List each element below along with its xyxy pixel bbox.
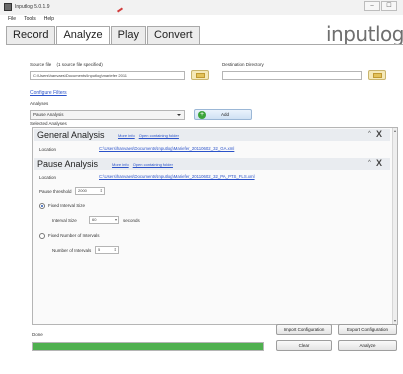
menu-file[interactable]: File [8,16,16,22]
destination-directory-input[interactable] [222,71,362,80]
general-open-folder-link[interactable]: Open containing folder [139,133,179,138]
general-analysis-links: More info Open containing folder [118,133,179,138]
title-bar: Inputlog 5.0.1.9 – ☐ [0,0,403,15]
source-file-label: Source file (1 source file specified) [30,62,103,67]
analyze-button[interactable]: Analyze [338,340,397,351]
pause-location-label: Location [39,175,57,180]
number-of-intervals-value: 5 [98,247,101,252]
destination-directory-label: Destination Directory [222,62,264,67]
tab-analyze[interactable]: Analyze [56,26,110,45]
window-controls: – ☐ [364,1,397,11]
chevron-down-icon: ▾ [114,217,117,222]
main-tabs: Record Analyze Play Convert [6,26,200,45]
source-file-label-text: Source file [30,62,52,67]
interval-unit-label: seconds [123,218,140,223]
interval-size-label: Interval Size [52,218,77,223]
selected-analyses-list[interactable]: General Analysis More info Open containi… [32,127,398,325]
selected-analyses-label: Selected Analyses [30,121,67,126]
export-configuration-button[interactable]: Export Configuration [338,324,397,335]
general-location-label: Location [39,147,57,152]
red-mark-decoration [116,7,124,13]
clear-button[interactable]: Clear [276,340,332,351]
number-of-intervals-label: Number of Intervals [52,248,92,253]
close-icon[interactable]: X [376,129,382,139]
pause-more-info-link[interactable]: More info [112,162,129,167]
status-text: Done [32,332,43,337]
analyses-label: Analyses [30,101,49,106]
fixed-number-radio[interactable] [39,233,45,239]
source-file-hint: (1 source file specified) [56,62,103,67]
progress-fill [33,343,263,350]
spin-icon: ⇕ [113,247,117,252]
tab-convert[interactable]: Convert [147,26,200,44]
interval-size-select[interactable]: 60 ▾ [89,216,119,224]
folder-icon [373,73,382,78]
progress-bar [32,342,264,351]
maximize-button[interactable]: ☐ [381,1,397,11]
pause-analysis-header: Pause Analysis More info Open containing… [34,158,390,170]
collapse-icon[interactable]: ^ [368,131,371,137]
minimize-button[interactable]: – [364,1,380,11]
fixed-interval-radio[interactable] [39,203,45,209]
pause-location-link[interactable]: C:\Users\hanvaes\Documents\Inputlog\Mari… [99,174,255,179]
fixed-interval-label: Fixed Interval Size [48,203,86,208]
general-analysis-title: General Analysis [37,130,105,140]
pause-open-folder-link[interactable]: Open containing folder [133,162,173,167]
import-configuration-button[interactable]: Import Configuration [276,324,332,335]
number-of-intervals-stepper[interactable]: 5 ⇕ [95,246,119,254]
pause-threshold-stepper[interactable]: 2000 ⇕ [75,187,105,195]
inputlog-logo: inputlog [326,22,403,46]
analyses-select[interactable]: Pause Analysis [30,110,185,120]
app-icon [4,3,12,11]
menu-tools[interactable]: Tools [24,16,36,22]
fixed-number-label: Fixed Number of Intervals [48,233,100,238]
general-analysis-header: General Analysis More info Open containi… [34,129,390,141]
destination-browse-button[interactable] [368,70,386,80]
window-title: Inputlog 5.0.1.9 [15,4,50,10]
pause-threshold-label: Pause threshold [39,189,72,194]
folder-icon [196,73,205,78]
menu-bar: File Tools Help [8,16,54,22]
tab-play[interactable]: Play [110,26,147,44]
spin-icon: ⇕ [99,188,103,193]
configure-filters-link[interactable]: Configure Filters [30,90,67,96]
scroll-up-icon[interactable] [394,130,396,132]
add-analysis-button[interactable]: + Add [194,109,252,120]
add-button-label: Add [221,112,230,117]
close-icon[interactable]: X [376,158,382,168]
general-more-info-link[interactable]: More info [118,133,135,138]
source-browse-button[interactable] [191,70,209,80]
scroll-down-icon[interactable] [394,320,396,322]
interval-size-value: 60 [92,217,97,222]
chevron-down-icon [177,114,181,116]
plus-icon: + [198,111,206,119]
pause-analysis-links: More info Open containing folder [112,162,173,167]
inputlog-window: Inputlog 5.0.1.9 – ☐ File Tools Help Rec… [0,0,403,374]
pause-threshold-value: 2000 [78,188,87,193]
source-file-input[interactable]: C:\Users\hanvaes\Documents\Inputlog\mari… [30,71,185,80]
general-location-link[interactable]: C:\Users\hanvaes\Documents\Inputlog\Mari… [99,146,234,151]
menu-help[interactable]: Help [44,16,54,22]
analyses-select-value: Pause Analysis [33,112,64,117]
tab-record[interactable]: Record [6,26,56,44]
vertical-scrollbar[interactable] [392,128,397,324]
collapse-icon[interactable]: ^ [368,160,371,166]
pause-analysis-title: Pause Analysis [37,159,99,169]
